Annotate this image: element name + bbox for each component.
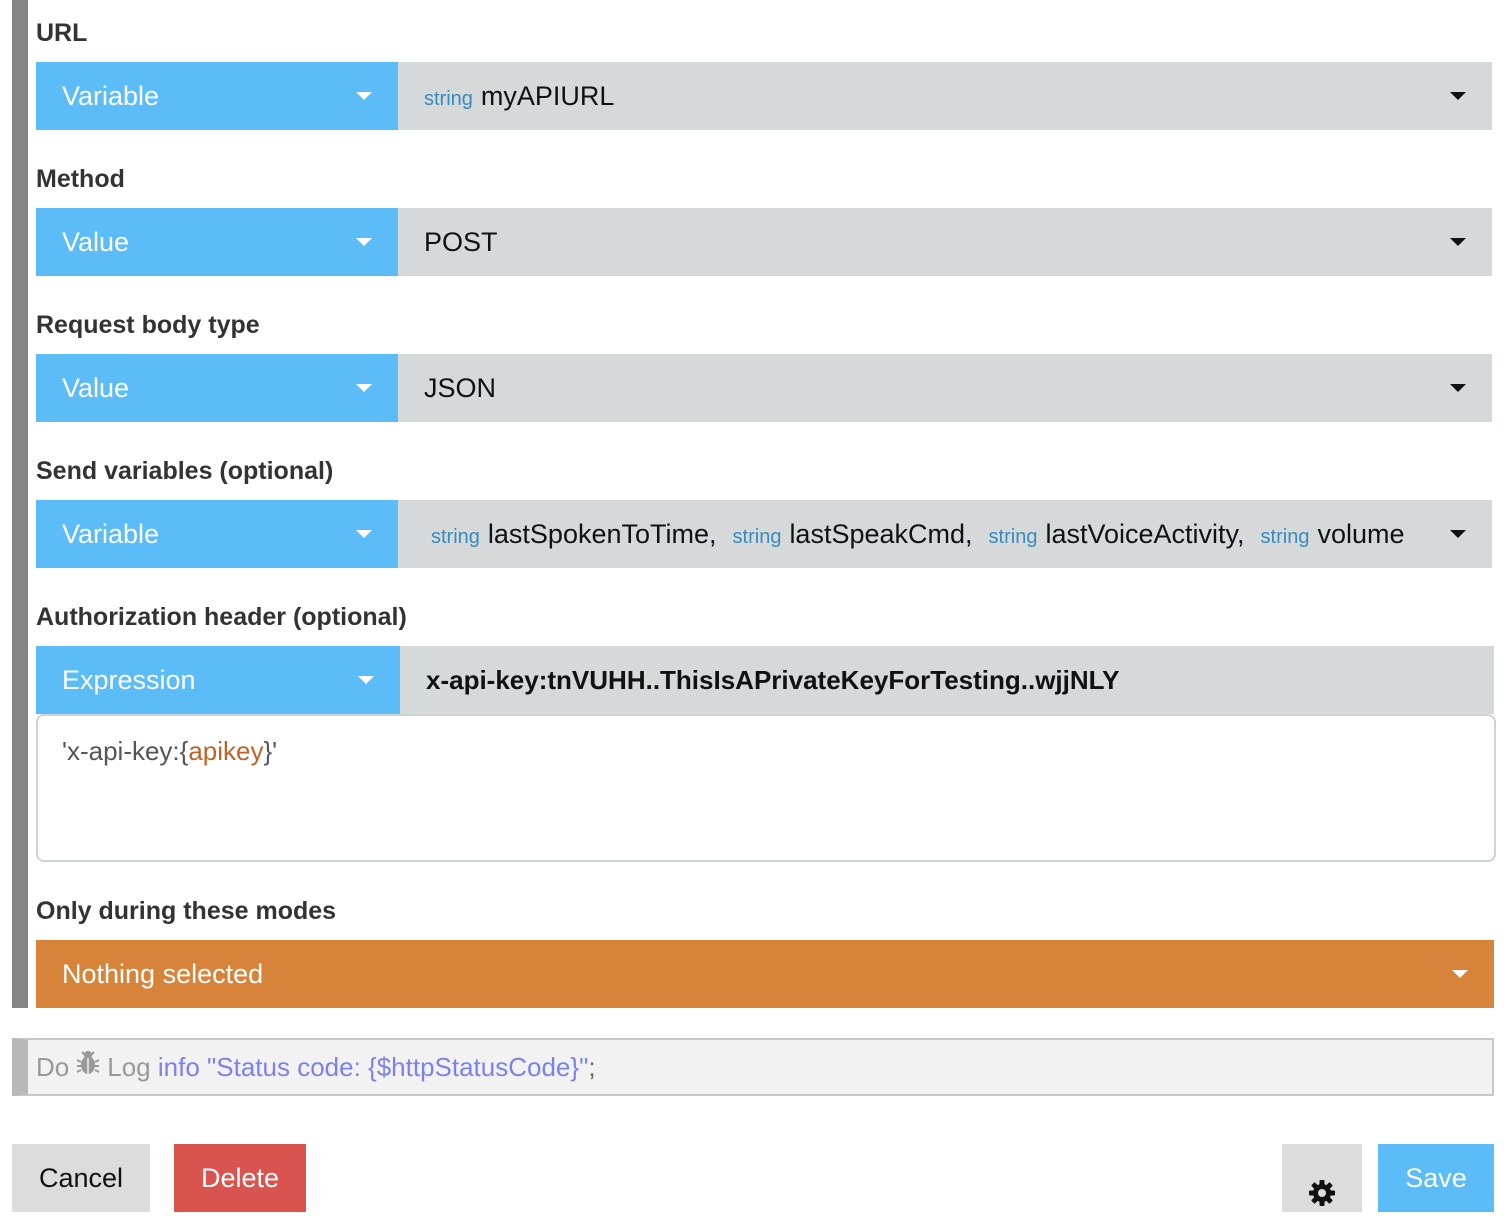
body-type-type-select[interactable]: Value	[36, 354, 398, 422]
expression-text: 'x-api-key:{	[62, 736, 189, 766]
cancel-button[interactable]: Cancel	[12, 1144, 150, 1212]
body-type-label: Request body type	[36, 311, 260, 339]
statement-log-message: "Status code: {$httpStatusCode}"	[207, 1052, 589, 1082]
url-type-value: Variable	[62, 81, 160, 111]
chevron-down-icon	[1450, 238, 1466, 246]
chevron-down-icon	[356, 238, 372, 246]
url-variable-name: myAPIURL	[480, 81, 615, 111]
method-label: Method	[36, 165, 125, 193]
expression-text: }'	[263, 736, 278, 766]
send-variables-type-select[interactable]: Variable	[36, 500, 398, 568]
body-type-value-select[interactable]: JSON	[398, 354, 1492, 422]
modes-select[interactable]: Nothing selected	[36, 940, 1494, 1008]
parameter-group-bar	[12, 0, 28, 1008]
method-type-select[interactable]: Value	[36, 208, 398, 276]
log-statement[interactable]: Do Log info "Status code: {$httpStatusCod…	[12, 1038, 1494, 1096]
bug-icon	[75, 1040, 101, 1094]
auth-header-expression-input[interactable]: 'x-api-key:{apikey}'	[36, 714, 1496, 862]
send-variables-value-select[interactable]: string lastSpokenToTime, string lastSpeakCm…	[398, 500, 1492, 568]
auth-header-evaluated-value: x-api-key:tnVUHH..ThisIsAPrivateKeyForTe…	[400, 646, 1494, 714]
chevron-down-icon	[356, 92, 372, 100]
statement-terminator: ;	[588, 1052, 596, 1082]
statement-do-keyword: Do	[36, 1052, 70, 1082]
chevron-down-icon	[1450, 92, 1466, 100]
settings-button[interactable]	[1282, 1144, 1362, 1212]
expression-variable: apikey	[188, 736, 264, 766]
statement-log-level: info	[157, 1052, 200, 1082]
chevron-down-icon	[356, 530, 372, 538]
send-variable-item: string volume	[1260, 519, 1405, 549]
url-value-type: string	[424, 88, 473, 110]
chevron-down-icon	[1450, 530, 1466, 538]
url-type-select[interactable]: Variable	[36, 62, 398, 130]
auth-header-label: Authorization header (optional)	[36, 603, 407, 631]
save-button[interactable]: Save	[1378, 1144, 1494, 1212]
modes-label: Only during these modes	[36, 897, 337, 925]
method-type-value: Value	[62, 227, 130, 257]
send-variables-type-value: Variable	[62, 519, 160, 549]
send-variable-item: string lastVoiceActivity,	[988, 519, 1245, 549]
send-variable-item: string lastSpeakCmd,	[732, 519, 973, 549]
url-value-select[interactable]: string myAPIURL	[398, 62, 1492, 130]
auth-header-type-select[interactable]: Expression	[36, 646, 400, 714]
body-type-value: JSON	[424, 373, 497, 403]
body-type-type-value: Value	[62, 373, 130, 403]
url-label: URL	[36, 19, 88, 47]
chevron-down-icon	[1450, 384, 1466, 392]
method-value: POST	[424, 227, 498, 257]
statement-log-keyword: Log	[107, 1052, 151, 1082]
method-value-select[interactable]: POST	[398, 208, 1492, 276]
auth-header-type-value: Expression	[62, 665, 196, 695]
send-variables-label: Send variables (optional)	[36, 457, 334, 485]
send-variable-item: string lastSpokenToTime,	[431, 519, 717, 549]
chevron-down-icon	[358, 676, 374, 684]
chevron-down-icon	[356, 384, 372, 392]
modes-value: Nothing selected	[62, 959, 264, 989]
delete-button[interactable]: Delete	[174, 1144, 306, 1212]
chevron-down-icon	[1452, 970, 1468, 978]
gear-icon	[1308, 1164, 1336, 1228]
